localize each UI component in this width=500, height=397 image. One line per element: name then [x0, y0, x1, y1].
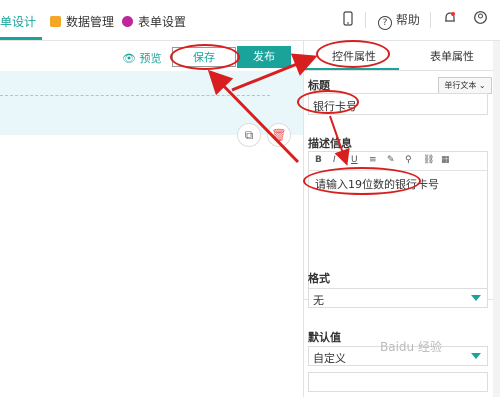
arrow-to-save: [207, 69, 300, 164]
arrow-to-control-tab: [231, 53, 318, 92]
watermark: Baidu 经验: [380, 340, 442, 354]
arrow-to-description: [329, 115, 350, 166]
